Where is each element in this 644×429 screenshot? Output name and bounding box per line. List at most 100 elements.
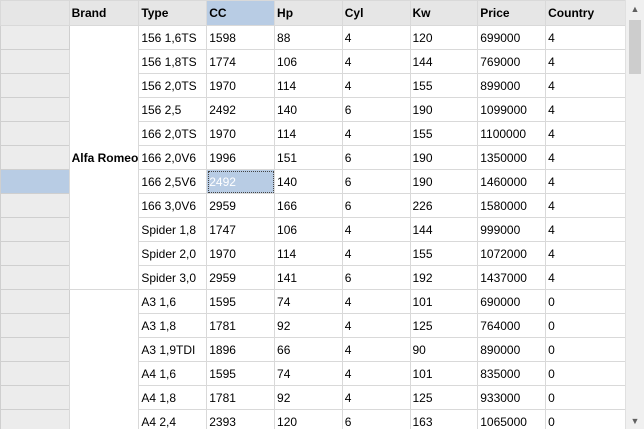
table-cell[interactable]: A4 1,8 bbox=[138, 385, 208, 410]
table-cell[interactable]: 0 bbox=[545, 361, 626, 386]
column-header-cc[interactable]: CC bbox=[206, 0, 276, 26]
table-cell[interactable]: 166 2,5V6 bbox=[138, 169, 208, 194]
row-header[interactable] bbox=[0, 121, 70, 146]
table-cell[interactable]: 4 bbox=[341, 361, 411, 386]
table-cell[interactable]: A3 1,6 bbox=[138, 289, 208, 314]
table-cell[interactable]: 141 bbox=[274, 265, 343, 290]
row-header[interactable] bbox=[0, 25, 70, 50]
table-cell[interactable]: 690000 bbox=[477, 289, 547, 314]
table-cell[interactable]: 1099000 bbox=[477, 97, 547, 122]
brand-cell[interactable]: Alfa Romeo bbox=[68, 25, 140, 290]
table-cell[interactable]: 106 bbox=[274, 217, 343, 242]
table-cell[interactable]: 101 bbox=[409, 289, 479, 314]
table-cell[interactable]: 1437000 bbox=[477, 265, 547, 290]
table-cell[interactable]: 1781 bbox=[206, 385, 276, 410]
table-cell[interactable]: Spider 1,8 bbox=[138, 217, 208, 242]
table-cell[interactable]: 1072000 bbox=[477, 241, 547, 266]
table-cell[interactable]: 933000 bbox=[477, 385, 547, 410]
table-cell[interactable]: 144 bbox=[409, 49, 479, 74]
table-cell[interactable]: 4 bbox=[545, 145, 626, 170]
vertical-scrollbar[interactable]: ▲ ▼ bbox=[625, 0, 644, 429]
table-cell[interactable]: 4 bbox=[341, 289, 411, 314]
table-cell[interactable]: 4 bbox=[341, 121, 411, 146]
row-header[interactable] bbox=[0, 73, 70, 98]
table-cell[interactable]: 4 bbox=[545, 73, 626, 98]
table-cell[interactable]: 4 bbox=[341, 25, 411, 50]
table-cell[interactable]: 190 bbox=[409, 169, 479, 194]
table-cell[interactable]: 4 bbox=[545, 49, 626, 74]
column-header-country[interactable]: Country bbox=[545, 0, 626, 26]
chevron-down-icon[interactable]: ▼ bbox=[626, 412, 644, 429]
table-cell[interactable]: 190 bbox=[409, 97, 479, 122]
table-cell[interactable]: 1580000 bbox=[477, 193, 547, 218]
table-cell[interactable]: 4 bbox=[341, 49, 411, 74]
table-cell[interactable]: 899000 bbox=[477, 73, 547, 98]
table-cell[interactable]: 999000 bbox=[477, 217, 547, 242]
table-cell[interactable]: Spider 2,0 bbox=[138, 241, 208, 266]
table-cell[interactable]: 114 bbox=[274, 241, 343, 266]
table-cell[interactable]: 92 bbox=[274, 313, 343, 338]
table-cell[interactable]: 4 bbox=[545, 97, 626, 122]
table-cell[interactable]: 764000 bbox=[477, 313, 547, 338]
row-header[interactable] bbox=[0, 193, 70, 218]
table-cell[interactable]: 6 bbox=[341, 169, 411, 194]
table-cell[interactable]: 835000 bbox=[477, 361, 547, 386]
table-cell[interactable]: 156 1,8TS bbox=[138, 49, 208, 74]
table-cell[interactable]: 1970 bbox=[206, 121, 276, 146]
table-cell[interactable]: 6 bbox=[341, 97, 411, 122]
row-header[interactable] bbox=[0, 145, 70, 170]
table-cell[interactable]: 1970 bbox=[206, 241, 276, 266]
table-cell[interactable]: 1065000 bbox=[477, 409, 547, 429]
row-header[interactable] bbox=[0, 169, 70, 194]
table-cell[interactable]: 4 bbox=[545, 121, 626, 146]
column-header-cyl[interactable]: Cyl bbox=[341, 0, 411, 26]
table-cell[interactable]: 120 bbox=[409, 25, 479, 50]
table-cell[interactable]: 4 bbox=[341, 73, 411, 98]
column-header-kw[interactable]: Kw bbox=[409, 0, 479, 26]
table-cell[interactable]: 140 bbox=[274, 97, 343, 122]
row-header[interactable] bbox=[0, 337, 70, 362]
table-cell[interactable]: 156 1,6TS bbox=[138, 25, 208, 50]
table-cell[interactable]: 890000 bbox=[477, 337, 547, 362]
table-cell[interactable]: 226 bbox=[409, 193, 479, 218]
table-cell[interactable]: 4 bbox=[341, 241, 411, 266]
table-cell[interactable]: 166 3,0V6 bbox=[138, 193, 208, 218]
data-grid[interactable]: Brand Type CC Hp Cyl Kw Price Country Alfa Rome… bbox=[0, 0, 626, 429]
table-cell[interactable]: 156 2,0TS bbox=[138, 73, 208, 98]
column-header-type[interactable]: Type bbox=[138, 0, 208, 26]
table-cell[interactable]: 101 bbox=[409, 361, 479, 386]
table-cell[interactable]: 90 bbox=[409, 337, 479, 362]
table-cell[interactable]: 2492 bbox=[206, 169, 276, 194]
table-cell[interactable]: 106 bbox=[274, 49, 343, 74]
table-cell[interactable]: 4 bbox=[341, 385, 411, 410]
table-cell[interactable]: 66 bbox=[274, 337, 343, 362]
table-cell[interactable]: 1747 bbox=[206, 217, 276, 242]
table-cell[interactable]: 74 bbox=[274, 361, 343, 386]
table-cell[interactable]: 166 2,0TS bbox=[138, 121, 208, 146]
table-cell[interactable]: 1970 bbox=[206, 73, 276, 98]
table-cell[interactable]: 0 bbox=[545, 289, 626, 314]
row-header[interactable] bbox=[0, 241, 70, 266]
table-cell[interactable]: 6 bbox=[341, 409, 411, 429]
row-header[interactable] bbox=[0, 385, 70, 410]
table-cell[interactable]: 769000 bbox=[477, 49, 547, 74]
table-cell[interactable]: 88 bbox=[274, 25, 343, 50]
row-header[interactable] bbox=[0, 361, 70, 386]
table-cell[interactable]: 1598 bbox=[206, 25, 276, 50]
table-cell[interactable]: 1460000 bbox=[477, 169, 547, 194]
table-cell[interactable]: 125 bbox=[409, 313, 479, 338]
table-cell[interactable]: A4 2,4 bbox=[138, 409, 208, 429]
table-cell[interactable]: 114 bbox=[274, 73, 343, 98]
table-cell[interactable]: 2492 bbox=[206, 97, 276, 122]
row-header[interactable] bbox=[0, 97, 70, 122]
row-header-corner[interactable] bbox=[0, 0, 70, 26]
table-cell[interactable]: 0 bbox=[545, 337, 626, 362]
table-cell[interactable]: 190 bbox=[409, 145, 479, 170]
table-cell[interactable]: 2393 bbox=[206, 409, 276, 429]
column-header-price[interactable]: Price bbox=[477, 0, 547, 26]
table-cell[interactable]: 1595 bbox=[206, 361, 276, 386]
table-cell[interactable]: 699000 bbox=[477, 25, 547, 50]
table-cell[interactable]: 192 bbox=[409, 265, 479, 290]
table-cell[interactable]: 4 bbox=[341, 217, 411, 242]
scrollbar-thumb[interactable] bbox=[629, 20, 641, 74]
